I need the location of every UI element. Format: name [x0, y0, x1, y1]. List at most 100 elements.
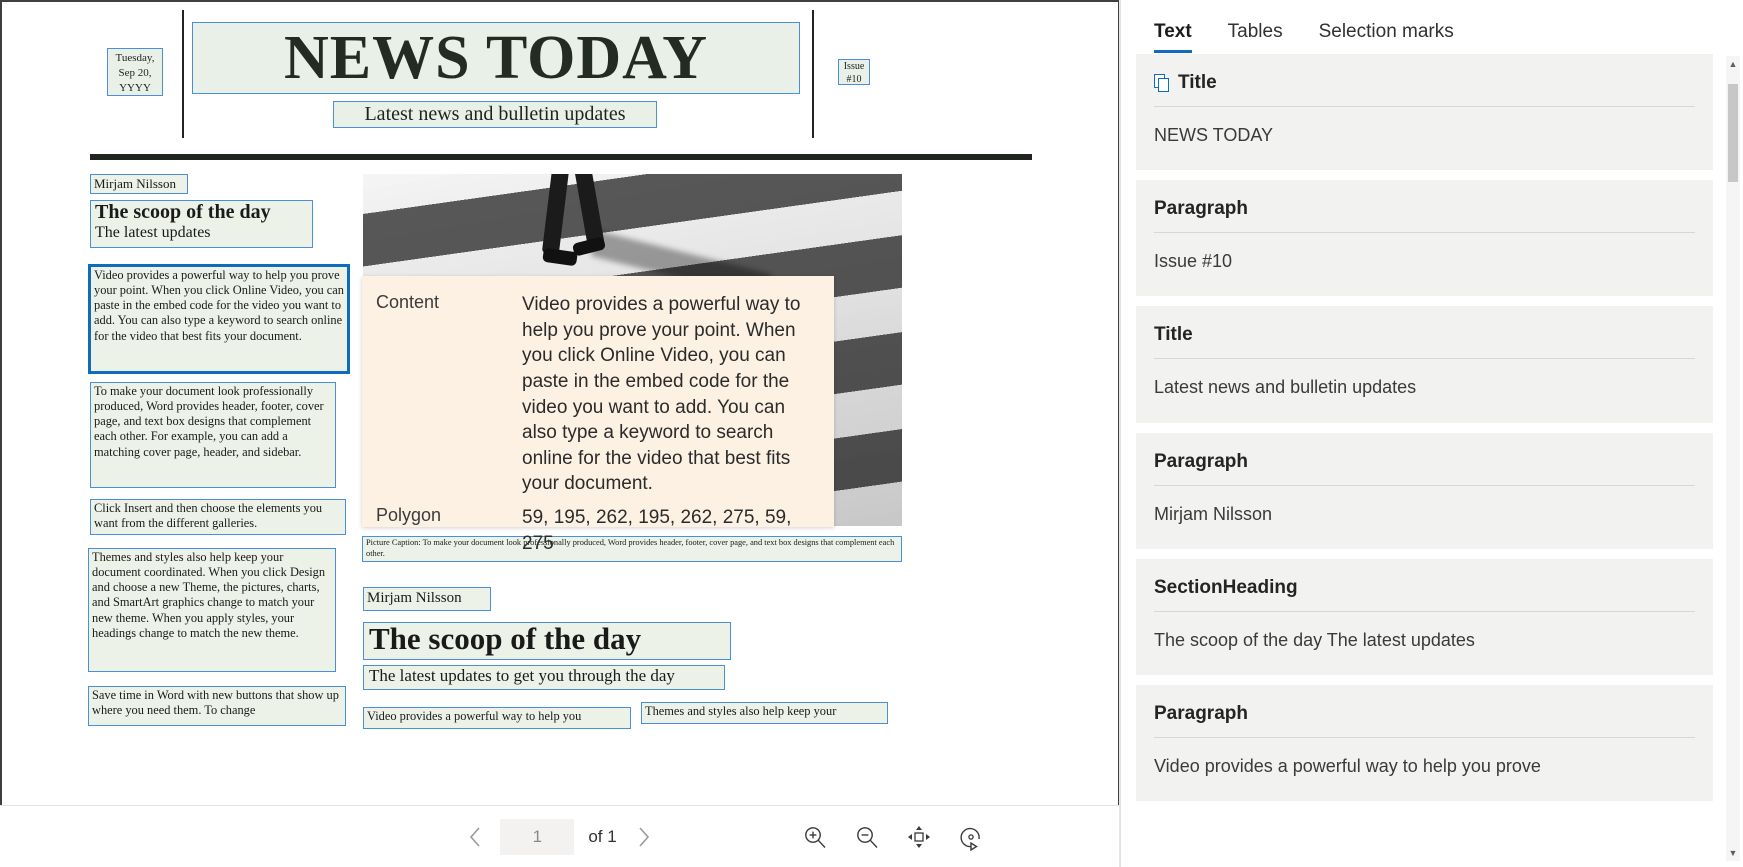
extracted-text-list[interactable]: Title NEWS TODAY Paragraph Issue #10 Tit… — [1120, 54, 1743, 867]
viewer-toolbar: of 1 — [0, 805, 1119, 867]
card-separator — [1154, 736, 1695, 738]
callout-content-value: Video provides a powerful way to help yo… — [522, 294, 801, 495]
card-type-header: Title — [1154, 72, 1695, 106]
zoom-controls — [799, 821, 987, 853]
tab-tables[interactable]: Tables — [1210, 22, 1301, 53]
headline-bottom-text: The scoop of the day — [369, 621, 642, 656]
scroll-down-icon[interactable]: ▼ — [1726, 845, 1740, 861]
tab-text[interactable]: Text — [1136, 22, 1210, 53]
list-item[interactable]: Title Latest news and bulletin updates — [1136, 306, 1713, 423]
column-bottom-right-box[interactable]: Themes and styles also help keep your — [641, 702, 888, 724]
document-page: Tuesday, Sep 20, YYYY NEWS TODAY Issue #… — [0, 0, 1119, 805]
scroll-up-icon[interactable]: ▲ — [1726, 56, 1740, 72]
masthead-title: NEWS TODAY — [283, 24, 709, 92]
subheadline-top-text: The latest updates — [95, 224, 211, 241]
panel-tabs: Text Tables Selection marks — [1120, 0, 1743, 54]
byline-bottom-box[interactable]: Mirjam Nilsson — [363, 587, 491, 611]
subtitle-text: Latest news and bulletin updates — [364, 103, 626, 125]
page-number-input[interactable] — [500, 818, 575, 855]
callout-polygon-label: Polygon — [376, 505, 442, 526]
masthead-title-box[interactable]: NEWS TODAY — [192, 22, 800, 94]
previous-page-button[interactable] — [460, 822, 490, 852]
list-item[interactable]: Paragraph Mirjam Nilsson — [1136, 432, 1713, 549]
pages-icon — [1154, 73, 1171, 93]
subheadline-bottom-box[interactable]: The latest updates to get you through th… — [363, 665, 725, 690]
card-separator — [1154, 232, 1695, 234]
scrollbar-thumb[interactable] — [1728, 84, 1738, 182]
list-item[interactable]: Paragraph Issue #10 — [1136, 180, 1713, 297]
panel-scrollbar[interactable]: ▲ ▼ — [1726, 56, 1740, 861]
paragraph-5-box[interactable]: Save time in Word with new buttons that … — [88, 686, 346, 726]
card-type-label: Title — [1154, 324, 1193, 346]
page-total-label: of 1 — [588, 826, 617, 846]
zoom-out-icon[interactable] — [851, 821, 883, 853]
paragraph-3-text: Click Insert and then choose the element… — [94, 501, 323, 531]
issue-line-2: #10 — [846, 73, 862, 85]
card-type-label: Paragraph — [1154, 198, 1248, 220]
document-canvas[interactable]: Tuesday, Sep 20, YYYY NEWS TODAY Issue #… — [0, 0, 1119, 805]
masthead-left-rule — [182, 10, 184, 138]
card-separator — [1154, 106, 1695, 107]
masthead-divider — [90, 154, 1032, 160]
list-item[interactable]: Paragraph Video provides a powerful way … — [1136, 684, 1713, 802]
card-value: Issue #10 — [1154, 251, 1233, 272]
headline-top-box[interactable]: The scoop of the day The latest updates — [90, 200, 313, 248]
paragraph-3-box[interactable]: Click Insert and then choose the element… — [90, 499, 346, 535]
paragraph-4-box[interactable]: Themes and styles also help keep your do… — [88, 548, 336, 672]
paragraph-2-text: To make your document look professionall… — [94, 384, 324, 459]
zoom-in-icon[interactable] — [799, 821, 831, 853]
issue-line-1: Issue — [843, 61, 865, 72]
tab-selection-marks-label: Selection marks — [1318, 21, 1454, 42]
issue-number-box[interactable]: Issue #10 — [838, 59, 870, 85]
card-value: The scoop of the day The latest updates — [1154, 629, 1475, 650]
rotate-icon[interactable] — [955, 821, 987, 853]
card-value: Video provides a powerful way to help yo… — [1154, 755, 1541, 776]
subtitle-box[interactable]: Latest news and bulletin updates — [333, 101, 657, 128]
headline-top-text: The scoop of the day — [95, 201, 271, 223]
list-item[interactable]: SectionHeading The scoop of the day The … — [1136, 558, 1713, 675]
paragraph-1-text: Video provides a powerful way to help yo… — [94, 268, 345, 343]
paragraph-5-text: Save time in Word with new buttons that … — [92, 688, 339, 718]
card-type-header: Paragraph — [1154, 451, 1695, 485]
card-type-header: Paragraph — [1154, 703, 1695, 737]
card-type-label: SectionHeading — [1154, 576, 1298, 598]
card-type-label: Paragraph — [1154, 450, 1248, 472]
list-item[interactable]: Title NEWS TODAY — [1136, 54, 1713, 171]
document-viewer: Tuesday, Sep 20, YYYY NEWS TODAY Issue #… — [0, 0, 1120, 867]
byline-top-text: Mirjam Nilsson — [94, 176, 176, 191]
tab-selection-marks[interactable]: Selection marks — [1301, 22, 1472, 53]
date-line-3: YYYY — [119, 81, 151, 94]
next-page-button[interactable] — [629, 822, 659, 852]
card-value: Latest news and bulletin updates — [1154, 377, 1417, 398]
column-bottom-left-text: Video provides a powerful way to help yo… — [367, 709, 582, 723]
card-value: Mirjam Nilsson — [1154, 503, 1273, 524]
paragraph-4-text: Themes and styles also help keep your do… — [92, 550, 326, 640]
masthead-right-rule — [812, 10, 814, 138]
subheadline-bottom-text: The latest updates to get you through th… — [369, 666, 675, 685]
ocr-detail-callout: Content Video provides a powerful way to… — [362, 276, 834, 554]
callout-content-label: Content — [376, 292, 440, 312]
card-type-label: Title — [1178, 72, 1217, 93]
callout-polygon-row: Polygon 59, 195, 262, 195, 262, 275, 59,… — [376, 505, 818, 556]
column-bottom-left-box[interactable]: Video provides a powerful way to help yo… — [363, 707, 631, 729]
callout-polygon-value: 59, 195, 262, 195, 262, 275, 59, 275 — [522, 507, 792, 554]
byline-bottom-text: Mirjam Nilsson — [367, 590, 462, 606]
card-separator — [1154, 484, 1695, 486]
card-type-header: Title — [1154, 324, 1695, 358]
card-separator — [1154, 358, 1695, 360]
paragraph-2-box[interactable]: To make your document look professionall… — [90, 382, 336, 488]
date-box[interactable]: Tuesday, Sep 20, YYYY — [107, 48, 163, 96]
paragraph-1-box[interactable]: Video provides a powerful way to help yo… — [88, 264, 350, 374]
date-line-2: Sep 20, — [118, 66, 152, 79]
byline-top-box[interactable]: Mirjam Nilsson — [90, 174, 188, 194]
column-bottom-right-text: Themes and styles also help keep your — [645, 704, 837, 718]
headline-bottom-box[interactable]: The scoop of the day — [363, 622, 731, 660]
ocr-review-app: Tuesday, Sep 20, YYYY NEWS TODAY Issue #… — [0, 0, 1743, 867]
callout-content-row: Content Video provides a powerful way to… — [376, 292, 818, 497]
card-type-label: Paragraph — [1154, 702, 1248, 724]
tab-tables-label: Tables — [1227, 21, 1283, 42]
tab-text-label: Text — [1154, 21, 1192, 42]
date-line-1: Tuesday, — [115, 52, 155, 64]
fit-to-page-icon[interactable] — [903, 821, 935, 853]
card-separator — [1154, 610, 1695, 612]
